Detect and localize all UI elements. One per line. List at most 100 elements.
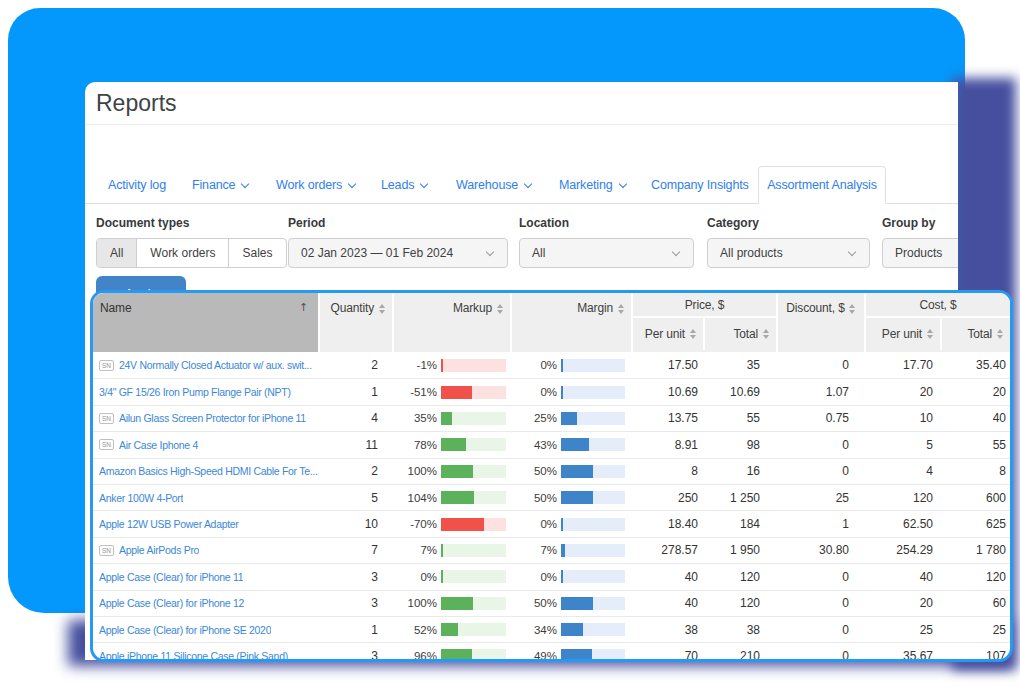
markup-bar xyxy=(441,597,506,610)
tab-leads[interactable]: Leads xyxy=(381,166,428,204)
margin-value: 7% xyxy=(540,544,557,556)
serial-badge: SN xyxy=(99,413,114,424)
price-per-unit-cell: 278.57 xyxy=(631,543,703,557)
document-type-sales[interactable]: Sales xyxy=(228,239,285,267)
price-per-unit-cell: 70 xyxy=(631,649,703,662)
margin-cell: 50% xyxy=(510,465,631,478)
product-link[interactable]: Apple 12W USB Power Adapter xyxy=(99,518,239,530)
tab-label: Activity log xyxy=(108,178,166,192)
product-name-cell: Apple 12W USB Power Adapter xyxy=(93,518,318,530)
period-value: 02 Jan 2023 — 01 Feb 2024 xyxy=(301,246,453,260)
quantity-cell: 5 xyxy=(318,491,392,505)
tab-marketing[interactable]: Marketing xyxy=(559,166,627,204)
product-link[interactable]: 3/4" GF 15/26 Iron Pump Flange Pair (NPT… xyxy=(99,386,291,398)
cost-per-unit-cell: 4 xyxy=(864,464,940,478)
product-link[interactable]: Apple Case (Clear) for iPhone SE 2020 xyxy=(99,624,271,636)
product-link[interactable]: Ailun Glass Screen Protector for iPhone … xyxy=(119,412,306,424)
column-header-markup[interactable]: Markup xyxy=(392,293,510,352)
markup-cell: 78% xyxy=(392,438,510,451)
discount-cell: 0.75 xyxy=(776,411,864,425)
product-link[interactable]: Anker 100W 4-Port xyxy=(99,492,183,504)
product-link[interactable]: Apple AirPods Pro xyxy=(119,544,199,556)
price-total-cell: 210 xyxy=(703,649,776,662)
markup-bar xyxy=(441,438,506,451)
product-link[interactable]: 24V Normally Closed Actuator w/ aux. swi… xyxy=(119,359,312,371)
price-per-unit-cell: 8.91 xyxy=(631,438,703,452)
discount-cell: 0 xyxy=(776,438,864,452)
price-total-cell: 120 xyxy=(703,596,776,610)
markup-cell: 52% xyxy=(392,623,510,636)
column-header-name[interactable]: Name ↑ xyxy=(93,293,318,352)
sort-ascending-icon: ↑ xyxy=(299,301,308,352)
product-link[interactable]: Apple Case (Clear) for iPhone 12 xyxy=(99,597,244,609)
table-row: Apple Case (Clear) for iPhone 123100%50%… xyxy=(93,590,1010,616)
tab-activity-log[interactable]: Activity log xyxy=(108,166,166,204)
margin-cell: 0% xyxy=(510,518,631,531)
cost-total-cell: 55 xyxy=(940,438,1010,452)
location-select[interactable]: All xyxy=(519,238,694,268)
category-value: All products xyxy=(720,246,783,260)
margin-bar xyxy=(561,597,625,610)
filter-period: Period 02 Jan 2023 — 01 Feb 2024 xyxy=(288,216,508,268)
page-title: Reports xyxy=(96,90,177,117)
column-header-quantity[interactable]: Quantity xyxy=(318,293,392,352)
column-header-cost-total[interactable]: Total xyxy=(940,318,1010,350)
tab-label: Assortment Analysis xyxy=(767,178,877,192)
column-header-price-per-unit[interactable]: Per unit xyxy=(633,318,703,350)
margin-value: 34% xyxy=(534,624,557,636)
tab-finance[interactable]: Finance xyxy=(192,166,249,204)
category-select[interactable]: All products xyxy=(707,238,870,268)
tab-work-orders[interactable]: Work orders xyxy=(276,166,356,204)
product-link[interactable]: Apple Case (Clear) for iPhone 11 xyxy=(99,571,243,583)
cost-total-cell: 25 xyxy=(940,623,1010,637)
discount-cell: 1 xyxy=(776,517,864,531)
tab-label: Work orders xyxy=(276,178,342,192)
column-header-cost-per-unit[interactable]: Per unit xyxy=(866,318,940,350)
sort-icon xyxy=(849,304,856,352)
group-by-value: Products xyxy=(895,246,942,260)
markup-cell: -1% xyxy=(392,359,510,372)
column-header-price-total[interactable]: Total xyxy=(703,318,776,350)
serial-badge: SN xyxy=(99,545,114,556)
quantity-cell: 1 xyxy=(318,385,392,399)
canvas: Reports Activity log Finance Work orders Le… xyxy=(0,0,1020,688)
column-label: Markup xyxy=(453,301,492,352)
margin-bar xyxy=(561,544,625,557)
tab-company-insights[interactable]: Company Insights xyxy=(651,166,749,204)
document-types-segmented: AllWork ordersSales xyxy=(96,238,287,268)
table-header: Name ↑ Quantity Markup Margin Price, $ xyxy=(93,293,1010,352)
tab-assortment-analysis[interactable]: Assortment Analysis xyxy=(758,166,886,204)
discount-cell: 25 xyxy=(776,491,864,505)
product-link[interactable]: Amazon Basics High-Speed HDMI Cable For … xyxy=(99,465,318,477)
discount-cell: 30.80 xyxy=(776,543,864,557)
product-link[interactable]: Apple iPhone 11 Silicone Case (Pink Sand… xyxy=(99,650,288,662)
margin-value: 50% xyxy=(534,492,557,504)
chevron-down-icon xyxy=(849,249,857,257)
table-row: Apple iPhone 11 Silicone Case (Pink Sand… xyxy=(93,642,1010,662)
product-name-cell: SN Ailun Glass Screen Protector for iPhon… xyxy=(93,412,318,424)
chevron-down-icon xyxy=(487,249,495,257)
group-by-select[interactable]: Products xyxy=(882,238,958,268)
margin-cell: 49% xyxy=(510,649,631,662)
filter-label: Category xyxy=(707,216,870,231)
margin-cell: 50% xyxy=(510,597,631,610)
document-type-work-orders[interactable]: Work orders xyxy=(136,239,228,267)
markup-value: 104% xyxy=(408,492,437,504)
column-header-margin[interactable]: Margin xyxy=(510,293,631,352)
filter-group-by: Group by Products xyxy=(882,216,958,268)
cost-total-cell: 20 xyxy=(940,385,1010,399)
column-header-cost[interactable]: Cost, $ xyxy=(866,293,1010,318)
chevron-down-icon xyxy=(349,180,356,187)
document-type-all[interactable]: All xyxy=(97,239,136,267)
product-link[interactable]: Air Case Iphone 4 xyxy=(119,439,198,451)
markup-bar xyxy=(441,518,506,531)
column-header-price[interactable]: Price, $ xyxy=(633,293,776,318)
price-per-unit-cell: 40 xyxy=(631,596,703,610)
period-select[interactable]: 02 Jan 2023 — 01 Feb 2024 xyxy=(288,238,508,268)
column-group-cost: Cost, $ Per unit Total xyxy=(864,293,1010,352)
column-header-discount[interactable]: Discount, $ xyxy=(776,293,864,352)
margin-cell: 25% xyxy=(510,412,631,425)
quantity-cell: 4 xyxy=(318,411,392,425)
margin-cell: 0% xyxy=(510,359,631,372)
tab-warehouse[interactable]: Warehouse xyxy=(456,166,532,204)
